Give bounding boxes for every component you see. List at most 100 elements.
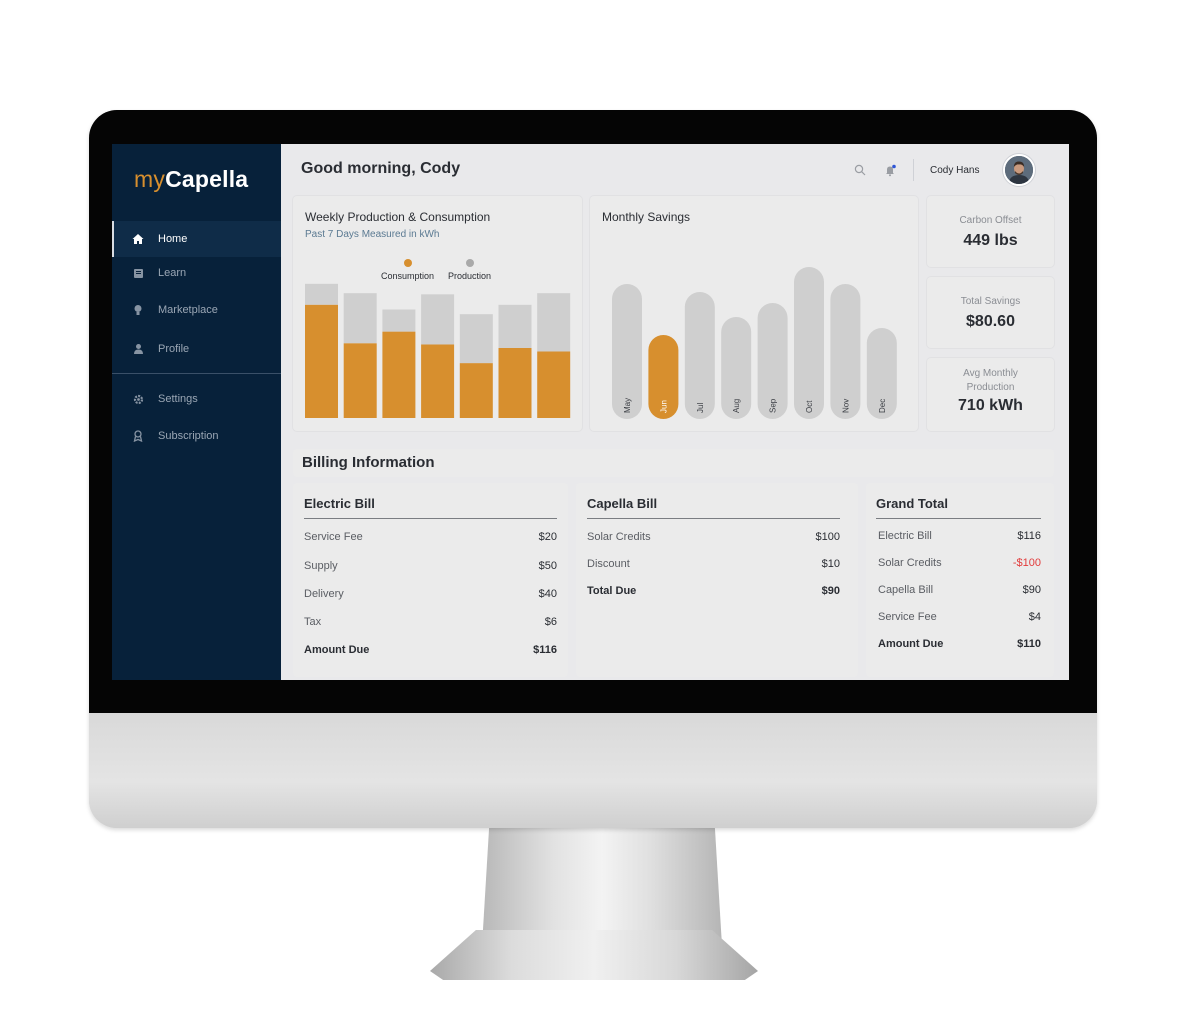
user-name[interactable]: Cody Hans <box>930 165 979 176</box>
month-label: Oct <box>805 400 814 413</box>
monitor-stand-neck <box>482 826 722 946</box>
total-savings-card: Total Savings $80.60 <box>927 277 1054 348</box>
row-amount: -$100 <box>1012 557 1041 569</box>
row-amount: $90 <box>821 585 840 597</box>
row-label: Electric Bill <box>878 530 932 542</box>
capella-total-due: Total Due $90 <box>587 585 840 597</box>
production-bar <box>382 309 416 332</box>
consumption-bar <box>498 348 532 418</box>
monthly-bar-chart: May Jun Jul Aug Sep Oct Nov Dec <box>612 267 897 419</box>
month-label: Jul <box>696 403 705 413</box>
row-amount: $100 <box>815 531 840 543</box>
grand-total-divider <box>876 518 1041 519</box>
row-label: Delivery <box>304 588 344 600</box>
savings-bar <box>794 267 824 419</box>
list-item: Solar Credits -$100 <box>878 557 1041 569</box>
lightbulb-icon <box>132 304 144 316</box>
topbar-actions: Cody Hans <box>853 154 1036 186</box>
row-label: Solar Credits <box>587 531 651 543</box>
sidebar-item-home[interactable]: Home <box>112 221 281 257</box>
savings-bar <box>830 284 861 419</box>
row-amount: $116 <box>533 644 557 656</box>
total-savings-label: Total Savings <box>960 296 1021 307</box>
sidebar-item-label: Marketplace <box>158 304 218 316</box>
sidebar-item-marketplace[interactable]: Marketplace <box>112 292 281 328</box>
list-item: Service Fee $20 <box>304 531 557 543</box>
main-content: Good morning, Cody Cody Hans Weekly Prod… <box>281 144 1069 680</box>
weekly-chart-card: Weekly Production & Consumption Past 7 D… <box>293 196 582 431</box>
sidebar-item-subscription[interactable]: Subscription <box>112 418 281 454</box>
row-label: Total Due <box>587 585 637 597</box>
production-bar <box>421 294 455 345</box>
row-amount: $20 <box>538 531 557 543</box>
carbon-offset-value: 449 lbs <box>963 232 1018 249</box>
sidebar-item-label: Subscription <box>158 430 219 442</box>
home-icon <box>132 233 144 245</box>
avg-production-value: 710 kWh <box>958 397 1023 414</box>
month-label: May <box>623 398 632 413</box>
logo-prefix: my <box>134 166 166 192</box>
avatar[interactable] <box>1003 154 1036 186</box>
search-icon[interactable] <box>853 163 867 177</box>
sidebar-item-profile[interactable]: Profile <box>112 331 281 367</box>
carbon-offset-card: Carbon Offset 449 lbs <box>927 196 1054 267</box>
page-title: Good morning, Cody <box>301 160 461 177</box>
consumption-bar <box>421 344 455 418</box>
production-bar <box>305 283 338 305</box>
electric-bill-title: Electric Bill <box>304 496 375 511</box>
billing-title: Billing Information <box>302 454 435 471</box>
list-item: Discount $10 <box>587 558 840 570</box>
sidebar-item-settings[interactable]: Settings <box>112 381 281 417</box>
row-label: Capella Bill <box>878 584 934 596</box>
row-amount: $40 <box>538 588 557 600</box>
row-amount: $110 <box>1017 638 1041 650</box>
month-label: Sep <box>769 398 778 413</box>
electric-bill-divider <box>304 518 557 519</box>
app-logo[interactable]: myCapella <box>134 166 248 193</box>
list-item: Service Fee $4 <box>878 611 1041 623</box>
sidebar: myCapella Home Learn Marketplace Profile <box>112 144 281 680</box>
row-amount: $90 <box>1022 584 1041 596</box>
monitor-stand-base <box>430 930 758 980</box>
consumption-bar <box>537 351 571 418</box>
avg-production-card: Avg Monthly Production 710 kWh <box>927 358 1054 431</box>
production-bar <box>537 293 571 352</box>
avg-production-label: Avg Monthly Production <box>963 368 1018 393</box>
gear-icon <box>132 393 144 405</box>
weekly-bar-chart <box>305 283 571 418</box>
row-amount: $116 <box>1017 530 1041 542</box>
month-label: Aug <box>732 399 741 413</box>
row-label: Solar Credits <box>878 557 942 569</box>
sidebar-item-label: Learn <box>158 267 187 279</box>
consumption-bar <box>305 304 338 418</box>
book-icon <box>132 267 144 279</box>
production-bar <box>459 314 493 364</box>
list-item: Supply $50 <box>304 560 557 572</box>
row-label: Service Fee <box>878 611 937 623</box>
row-label: Tax <box>304 616 322 628</box>
row-label: Supply <box>304 560 338 572</box>
grand-total-title: Grand Total <box>876 496 948 511</box>
row-label: Discount <box>587 558 630 570</box>
bell-icon[interactable] <box>883 163 897 177</box>
grand-amount-due: Amount Due $110 <box>878 638 1041 650</box>
month-label: Dec <box>878 399 887 413</box>
logo-name: Capella <box>165 166 249 192</box>
list-item: Capella Bill $90 <box>878 584 1041 596</box>
row-amount: $10 <box>821 558 840 570</box>
consumption-bar <box>459 363 493 418</box>
consumption-bar <box>382 331 416 418</box>
sidebar-item-learn[interactable]: Learn <box>112 255 281 291</box>
capella-bill-card: Capella Bill Solar Credits $100 Discount $… <box>576 483 858 677</box>
month-label: Jun <box>659 400 668 413</box>
row-label: Service Fee <box>304 531 363 543</box>
production-bar <box>498 304 532 348</box>
row-label: Amount Due <box>304 644 370 656</box>
list-item: Solar Credits $100 <box>587 531 840 543</box>
sidebar-item-label: Settings <box>158 393 198 405</box>
savings-bar <box>684 292 715 419</box>
topbar-divider <box>913 159 914 181</box>
sidebar-item-label: Profile <box>158 343 190 355</box>
monthly-savings-card: Monthly Savings May Jun Jul Aug Sep Oct Nov Dec <box>590 196 918 431</box>
row-amount: $4 <box>1028 611 1041 623</box>
